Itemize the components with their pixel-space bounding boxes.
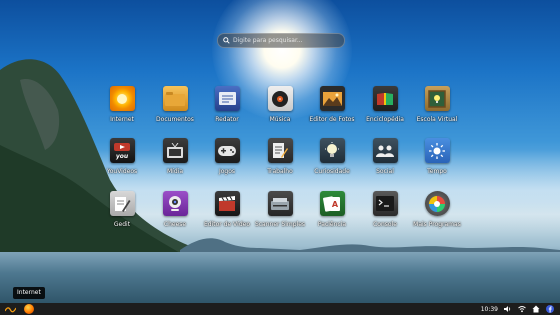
app-tempo[interactable]: Tempo — [411, 138, 463, 175]
desktop: Internet Documentos Redator Música Edito… — [0, 0, 560, 315]
app-label: Enciclopédia — [366, 116, 404, 123]
svg-text:you: you — [116, 153, 129, 160]
app-cheese[interactable]: Cheese — [149, 191, 201, 228]
photo-editor-icon — [319, 86, 345, 111]
app-label: Trabalho — [267, 168, 293, 175]
tv-icon — [162, 138, 188, 163]
folder-icon — [162, 86, 188, 111]
scanner-icon — [267, 191, 293, 216]
weather-icon — [424, 138, 450, 163]
browser-task-icon[interactable] — [24, 304, 34, 314]
app-internet[interactable]: Internet — [96, 86, 148, 123]
vinyl-record-icon — [267, 86, 293, 111]
app-social[interactable]: Social — [359, 138, 411, 175]
app-redator[interactable]: Redator — [201, 86, 253, 123]
app-label: Tempo — [427, 168, 447, 175]
book-icon — [372, 86, 398, 111]
app-label: Editor de Vídeo — [203, 221, 250, 228]
app-label: Social — [376, 168, 394, 175]
app-trabalho[interactable]: Trabalho — [254, 138, 306, 175]
app-grid-icon — [424, 191, 450, 216]
app-jogos[interactable]: Jogos — [201, 138, 253, 175]
pen-paper-icon — [109, 191, 135, 216]
terminal-icon — [372, 191, 398, 216]
app-label: Escola Virtual — [416, 116, 458, 123]
launcher-icon — [4, 306, 16, 312]
app-label: Paciência — [317, 221, 347, 228]
launcher-button[interactable] — [4, 304, 16, 314]
app-enciclopedia[interactable]: Enciclopédia — [359, 86, 411, 123]
home-icon[interactable] — [532, 305, 540, 313]
app-editor-de-fotos[interactable]: Editor de Fotos — [306, 86, 358, 123]
system-tray: 10:39 — [481, 303, 554, 315]
app-console[interactable]: Console — [359, 191, 411, 228]
gamepad-icon — [214, 138, 240, 163]
app-label: Música — [269, 116, 291, 123]
tooltip: Internet — [13, 287, 45, 299]
sun-browser-icon — [109, 86, 135, 111]
search-box[interactable] — [217, 33, 345, 48]
svg-text:A: A — [332, 200, 339, 209]
app-escola-virtual[interactable]: Escola Virtual — [411, 86, 463, 123]
app-gedit[interactable]: Gedit — [96, 191, 148, 228]
app-label: Scanner Simples — [254, 221, 306, 228]
clapperboard-icon — [214, 191, 240, 216]
sea — [0, 252, 560, 304]
app-label: Documentos — [156, 116, 194, 123]
app-youvideos[interactable]: you YouVideos — [96, 138, 148, 175]
webcam-icon — [162, 191, 188, 216]
app-musica[interactable]: Música — [254, 86, 306, 123]
facebook-icon[interactable] — [546, 305, 554, 313]
app-midia[interactable]: Mídia — [149, 138, 201, 175]
app-label: Editor de Fotos — [309, 116, 355, 123]
playing-cards-icon: A — [319, 191, 345, 216]
text-editor-icon — [214, 86, 240, 111]
app-label: Jogos — [218, 168, 236, 175]
app-label: Cheese — [163, 221, 187, 228]
app-paciencia[interactable]: A Paciência — [306, 191, 358, 228]
app-label: Gedit — [113, 221, 131, 228]
app-documentos[interactable]: Documentos — [149, 86, 201, 123]
lightbulb-icon — [319, 138, 345, 163]
app-label: Mídia — [167, 168, 183, 175]
app-editor-de-video[interactable]: Editor de Vídeo — [201, 191, 253, 228]
app-mais-programas[interactable]: Mais Programas — [411, 191, 463, 228]
app-label: Mais Programas — [413, 221, 461, 228]
taskbar: 10:39 — [0, 303, 560, 315]
wifi-icon[interactable] — [518, 305, 526, 313]
app-label: Redator — [215, 116, 239, 123]
bulb-board-icon — [424, 86, 450, 111]
document-pen-icon — [267, 138, 293, 163]
app-label: YouVideos — [106, 168, 138, 175]
search-icon — [223, 37, 230, 44]
app-label: Console — [373, 221, 397, 228]
volume-icon[interactable] — [504, 305, 512, 313]
app-curiosidade[interactable]: Curiosidade — [306, 138, 358, 175]
app-scanner-simples[interactable]: Scanner Simples — [254, 191, 306, 228]
youvideos-icon: you — [109, 138, 135, 163]
search-input[interactable] — [230, 34, 333, 47]
people-icon — [372, 138, 398, 163]
app-label: Curiosidade — [314, 168, 350, 175]
app-label: Internet — [110, 116, 134, 123]
clock[interactable]: 10:39 — [481, 306, 498, 313]
